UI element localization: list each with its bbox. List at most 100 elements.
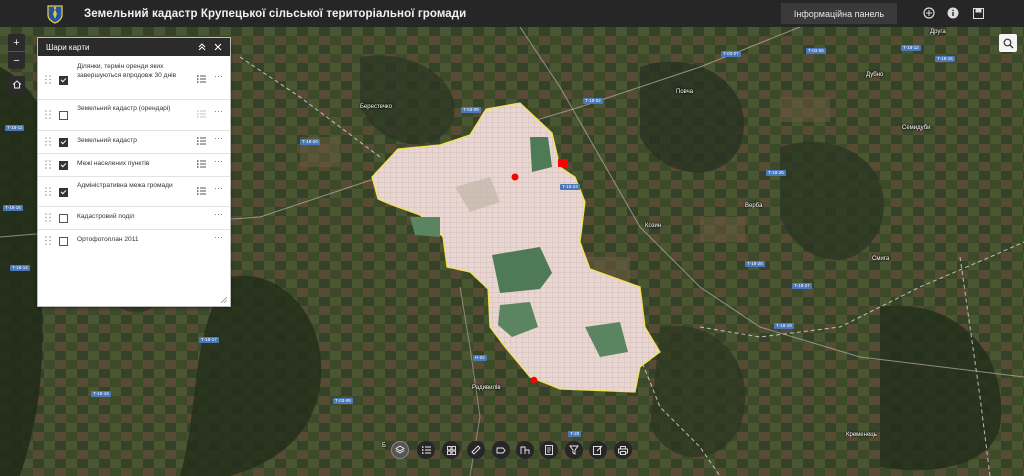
drag-handle-icon[interactable]: [45, 110, 51, 119]
layer-visibility-checkbox[interactable]: [59, 111, 68, 120]
app-header: Земельний кадастр Крупецької сільської т…: [0, 0, 1024, 27]
road-shield: Т-18-17: [199, 337, 219, 343]
layer-item[interactable]: Межі населених пунктів ···: [38, 154, 230, 176]
info-icon[interactable]: [946, 6, 960, 20]
place-label: Радивилів: [472, 385, 501, 391]
layer-label: Земельний кадастр: [77, 137, 137, 144]
layer-visibility-checkbox[interactable]: [59, 76, 68, 85]
road-shield: Т-18-18: [91, 391, 111, 397]
layer-visibility-checkbox[interactable]: [59, 237, 68, 246]
layer-list-panel: Шари карти Ділянки, термін оренди яких з…: [37, 37, 231, 307]
layer-item[interactable]: Ділянки, термін оренди яких завершуються…: [38, 60, 230, 98]
zoom-in-button[interactable]: +: [8, 34, 25, 51]
road-shield: Т-18-16: [3, 205, 23, 211]
drag-handle-icon[interactable]: [45, 187, 51, 196]
place-label: Берестечко: [360, 104, 392, 110]
expiring-parcel[interactable]: [511, 173, 519, 181]
road-shield: Т-03-08: [333, 398, 353, 404]
road-shield: Т-18-23: [560, 184, 580, 190]
drag-handle-icon[interactable]: [45, 160, 51, 169]
home-button[interactable]: [8, 76, 25, 93]
road-shield: Т-18-25: [766, 170, 786, 176]
measure-icon[interactable]: [467, 441, 485, 459]
road-shield: Т-18-12: [901, 45, 921, 51]
more-options-icon[interactable]: ···: [214, 72, 224, 81]
panel-title: Шари карти: [46, 42, 90, 52]
collapse-icon[interactable]: [196, 41, 208, 53]
road-shield: Т-20: [568, 431, 582, 437]
place-label: Кременець: [846, 432, 877, 438]
more-options-icon[interactable]: ···: [214, 157, 224, 166]
more-options-icon[interactable]: ···: [214, 134, 224, 143]
road-shield: Т-18-20: [300, 139, 320, 145]
more-options-icon[interactable]: ···: [214, 107, 224, 116]
attribute-table-icon[interactable]: [540, 441, 558, 459]
info-panel-button[interactable]: Інформаційна панель: [781, 3, 897, 24]
place-label: Смига: [872, 256, 890, 262]
place-label: Вербa: [745, 203, 763, 209]
search-icon: [1003, 38, 1013, 48]
drag-handle-icon[interactable]: [45, 137, 51, 146]
layer-item[interactable]: Ортофотоплан 2011 ···: [38, 230, 230, 252]
zoom-control: + −: [8, 34, 25, 69]
place-label: Семидуби: [902, 125, 931, 131]
layer-visibility-checkbox[interactable]: [59, 161, 68, 170]
save-icon[interactable]: [971, 6, 985, 20]
road-shield: Т-18-14: [10, 265, 30, 271]
close-icon[interactable]: [212, 41, 224, 53]
more-options-icon[interactable]: ···: [214, 233, 224, 242]
road-shield: Т-18-15: [935, 56, 955, 62]
legend-list-icon[interactable]: [417, 441, 435, 459]
place-label: Друга: [930, 29, 946, 35]
more-options-icon[interactable]: ···: [214, 184, 224, 193]
road-shield: Т-03-05: [806, 48, 826, 54]
query-icon[interactable]: [516, 441, 534, 459]
more-options-icon[interactable]: ···: [214, 210, 224, 219]
panel-header: Шари карти: [38, 38, 230, 56]
road-shield: Н-02: [473, 355, 487, 361]
layer-label: Адміністративна межа громади: [77, 182, 173, 189]
edit-icon[interactable]: [589, 441, 607, 459]
road-shield: Т-18-11: [5, 125, 25, 131]
layer-item[interactable]: Адміністративна межа громади ···: [38, 177, 230, 206]
print-icon[interactable]: [614, 441, 632, 459]
expiring-parcel[interactable]: [558, 159, 568, 167]
layers-icon[interactable]: [391, 441, 409, 459]
layer-label: Ортофотоплан 2011: [77, 236, 139, 243]
app-title: Земельний кадастр Крупецької сільської т…: [84, 7, 467, 20]
layer-label: Кадастровий поділ: [77, 213, 135, 220]
legend-list-icon[interactable]: [197, 160, 206, 168]
expiring-parcel[interactable]: [530, 376, 538, 384]
view-toggle-icon[interactable]: [922, 6, 936, 20]
road-shield: Т-18-26: [745, 261, 765, 267]
layer-visibility-checkbox[interactable]: [59, 214, 68, 223]
layer-visibility-checkbox[interactable]: [59, 138, 68, 147]
place-label: Дубно: [866, 72, 884, 78]
legend-list-icon[interactable]: [197, 110, 206, 118]
layer-label: Межі населених пунктів: [77, 160, 150, 167]
road-shield: Т-18-27: [792, 283, 812, 289]
legend-list-icon[interactable]: [197, 75, 206, 83]
road-shield: Т-18-02: [583, 98, 603, 104]
layer-item[interactable]: Земельний кадастр ···: [38, 131, 230, 153]
filter-icon[interactable]: [565, 441, 583, 459]
layer-item[interactable]: Земельний кадастр (орендарі) ···: [38, 100, 230, 129]
bookmark-icon[interactable]: [492, 441, 510, 459]
layer-item[interactable]: Кадастровий поділ ···: [38, 207, 230, 229]
place-label: Б: [382, 443, 386, 449]
logo-emblem-icon: [47, 4, 63, 24]
home-icon: [12, 80, 21, 89]
map-search-button[interactable]: [999, 34, 1017, 52]
road-shield: Т-03-07: [721, 51, 741, 57]
drag-handle-icon[interactable]: [45, 236, 51, 245]
basemap-gallery-icon[interactable]: [442, 441, 460, 459]
legend-list-icon[interactable]: [197, 187, 206, 195]
drag-handle-icon[interactable]: [45, 213, 51, 222]
drag-handle-icon[interactable]: [45, 75, 51, 84]
road-shield: Т-03-09: [461, 107, 481, 113]
legend-list-icon[interactable]: [197, 137, 206, 145]
layer-visibility-checkbox[interactable]: [59, 188, 68, 197]
resize-handle-icon[interactable]: [221, 297, 227, 303]
zoom-out-button[interactable]: −: [8, 52, 25, 69]
place-label: Повча: [676, 89, 694, 95]
